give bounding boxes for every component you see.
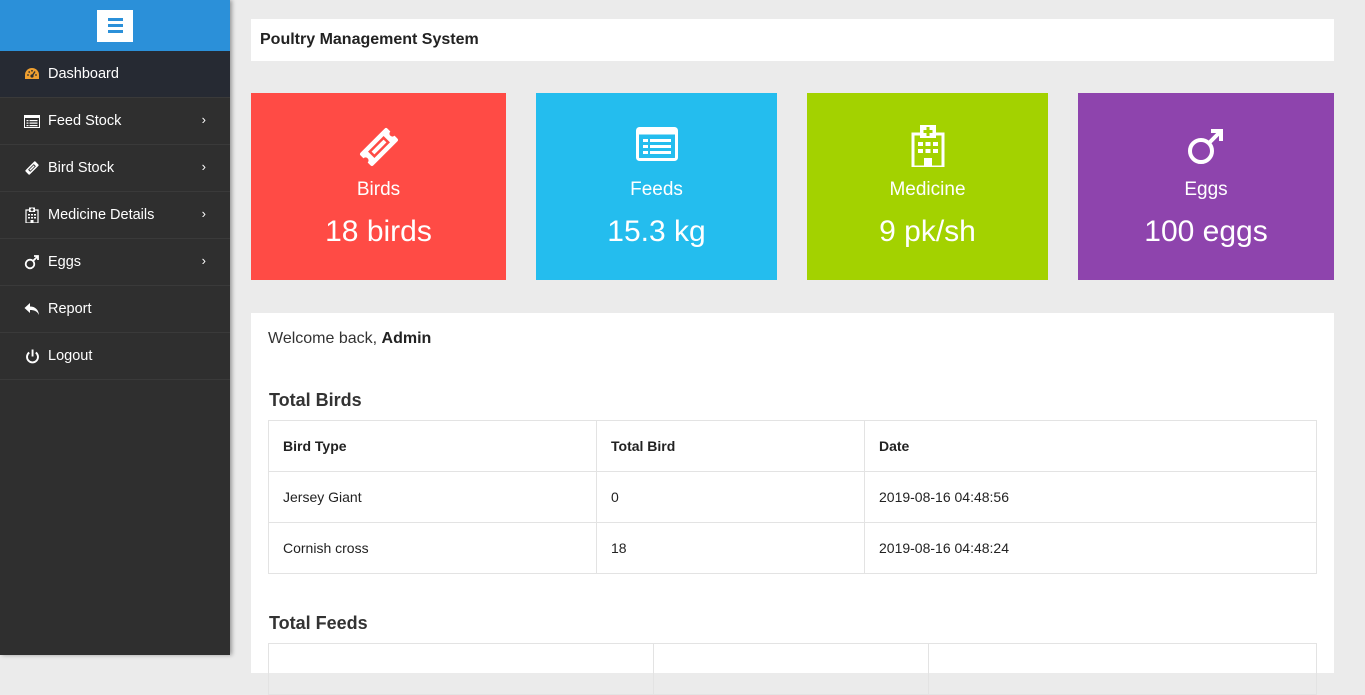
sidebar-item-logout[interactable]: Logout [0,333,230,380]
sidebar: Dashboard Feed Stock › Bird Stock › Medi… [0,0,230,655]
sidebar-item-feed-stock[interactable]: Feed Stock › [0,98,230,145]
column-header [928,643,1317,695]
content-panel: Welcome back, Admin Total Birds Bird Typ… [251,313,1334,695]
birds-card[interactable]: Birds 18 birds [251,93,506,280]
column-header [268,643,654,695]
hospital-icon [807,125,1048,167]
mars-icon [24,254,40,270]
table-cell: 2019-08-16 04:48:24 [864,522,1317,574]
card-title: Medicine [889,179,966,200]
sidebar-item-report[interactable]: Report [0,286,230,333]
table-header-row: Bird Type Total Bird Date [268,420,1317,472]
chevron-right-icon: › [201,206,206,221]
hamburger-icon-bar [107,18,123,21]
feeds-table [268,643,1317,695]
welcome-message: Welcome back, Admin [268,330,431,348]
sidebar-item-label: Eggs [48,254,82,270]
column-header [653,643,929,695]
sidebar-item-label: Bird Stock [48,160,115,176]
page-header: Poultry Management System [251,19,1334,61]
table-cell: 0 [596,471,865,523]
card-value: 9 pk/sh [879,215,976,248]
chevron-right-icon: › [201,112,206,127]
medicine-card[interactable]: Medicine 9 pk/sh [807,93,1048,280]
card-value: 18 birds [325,215,432,248]
welcome-user: Admin [381,330,432,347]
total-birds-title: Total Birds [269,390,362,410]
sidebar-item-bird-stock[interactable]: Bird Stock › [0,145,230,192]
power-icon [24,348,40,364]
sidebar-item-label: Logout [48,348,93,364]
sidebar-item-label: Medicine Details [48,207,155,223]
welcome-prefix: Welcome back, [268,330,382,347]
list-alt-icon [536,127,777,161]
card-title: Birds [356,179,401,200]
mars-icon [1078,127,1334,165]
hospital-icon [24,207,40,223]
table-cell: Cornish cross [268,522,597,574]
card-title: Feeds [630,179,683,200]
menu-toggle-button[interactable] [97,9,133,42]
sidebar-item-eggs[interactable]: Eggs › [0,239,230,286]
sidebar-header [0,0,230,51]
table-cell: 2019-08-16 04:48:56 [864,471,1317,523]
reply-icon [24,301,40,317]
chevron-right-icon: › [201,159,206,174]
page-title: Poultry Management System [260,31,479,48]
table-row: Cornish cross 18 2019-08-16 04:48:24 [268,522,1317,574]
eggs-card[interactable]: Eggs 100 eggs [1078,93,1334,280]
birds-table: Bird Type Total Bird Date Jersey Giant 0… [268,420,1317,574]
chevron-right-icon: › [201,253,206,268]
sidebar-item-label: Report [48,301,92,317]
column-header: Total Bird [596,420,865,472]
column-header: Date [864,420,1317,472]
table-cell: 18 [596,522,865,574]
table-cell: Jersey Giant [268,471,597,523]
hamburger-icon-bar [107,30,123,33]
card-title: Eggs [1184,179,1228,200]
main-content: Poultry Management System Birds 18 birds… [230,0,1365,695]
total-feeds-title: Total Feeds [269,613,368,633]
table-row: Jersey Giant 0 2019-08-16 04:48:56 [268,471,1317,523]
card-value: 15.3 kg [607,215,706,248]
dashboard-icon [24,66,40,82]
column-header: Bird Type [268,420,597,472]
hamburger-icon-bar [107,24,123,27]
list-alt-icon [24,113,40,129]
table-header-row [268,643,1317,695]
sidebar-item-label: Feed Stock [48,113,122,129]
sidebar-item-label: Dashboard [48,66,119,82]
feeds-card[interactable]: Feeds 15.3 kg [536,93,777,280]
sidebar-item-dashboard[interactable]: Dashboard [0,51,230,98]
ticket-icon [251,125,506,169]
card-value: 100 eggs [1144,215,1268,248]
sidebar-item-medicine-details[interactable]: Medicine Details › [0,192,230,239]
ticket-icon [24,160,40,176]
